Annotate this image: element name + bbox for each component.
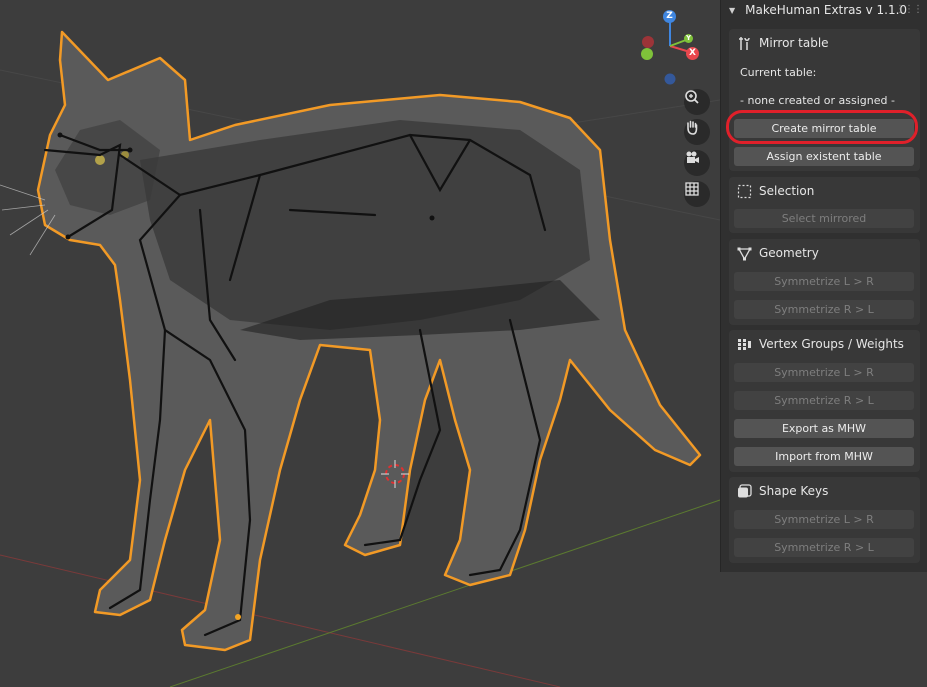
selection-header[interactable]: Selection — [737, 177, 814, 205]
current-table-value: - none created or assigned - — [740, 94, 895, 107]
import-mhw-button[interactable]: Import from MHW — [734, 447, 914, 466]
current-table-label: Current table: — [740, 66, 817, 79]
selection-section: Selection Select mirrored — [729, 177, 920, 233]
drag-grip-icon[interactable]: ⋮⋮⋮ — [895, 4, 923, 15]
grid-icon[interactable] — [684, 181, 710, 207]
camera-icon[interactable] — [684, 150, 710, 176]
geometry-title: Geometry — [759, 246, 819, 260]
vertex-groups-symmetrize-rl-button[interactable]: Symmetrize R > L — [734, 391, 914, 410]
dotted-box-icon — [737, 184, 752, 199]
highlight-circle — [726, 110, 918, 144]
vertex-groups-icon — [737, 337, 752, 352]
geometry-section: Geometry Symmetrize L > R Symmetrize R >… — [729, 239, 920, 325]
wrench-screwdriver-icon — [737, 36, 752, 51]
vertex-groups-section: Vertex Groups / Weights Symmetrize L > R… — [729, 330, 920, 472]
selection-title: Selection — [759, 184, 815, 198]
geometry-header[interactable]: Geometry — [737, 239, 819, 267]
mirror-table-header[interactable]: Mirror table — [737, 29, 829, 57]
vertex-groups-symmetrize-lr-button[interactable]: Symmetrize L > R — [734, 363, 914, 382]
mirror-table-section: Mirror table Current table: - none creat… — [729, 29, 920, 171]
shape-keys-symmetrize-rl-button[interactable]: Symmetrize R > L — [734, 538, 914, 557]
cat-model[interactable] — [0, 30, 702, 652]
shape-keys-header[interactable]: Shape Keys — [737, 477, 828, 505]
zoom-icon[interactable] — [684, 89, 710, 115]
panel-title: MakeHuman Extras v 1.1.0 — [745, 3, 908, 17]
export-mhw-button[interactable]: Export as MHW — [734, 419, 914, 438]
geometry-vertex-icon — [737, 246, 752, 261]
shape-keys-title: Shape Keys — [759, 484, 829, 498]
gizmo-z-axis[interactable]: Z — [663, 10, 676, 23]
assign-existent-table-button[interactable]: Assign existent table — [734, 147, 914, 166]
collapse-triangle-icon[interactable]: ▼ — [729, 6, 735, 15]
geometry-symmetrize-lr-button[interactable]: Symmetrize L > R — [734, 272, 914, 291]
mirror-table-title: Mirror table — [759, 36, 829, 50]
panel-header[interactable]: ▼ MakeHuman Extras v 1.1.0 ⋮⋮⋮ — [721, 0, 927, 20]
navigation-gizmo[interactable] — [641, 20, 691, 85]
hand-pan-icon[interactable] — [684, 119, 710, 145]
gizmo-y-axis[interactable]: Y — [684, 34, 693, 43]
makehuman-extras-panel: ▼ MakeHuman Extras v 1.1.0 ⋮⋮⋮ Mirror ta… — [720, 0, 927, 572]
gizmo-x-axis[interactable]: X — [686, 47, 699, 60]
select-mirrored-button[interactable]: Select mirrored — [734, 209, 914, 228]
shape-keys-symmetrize-lr-button[interactable]: Symmetrize L > R — [734, 510, 914, 529]
shape-keys-section: Shape Keys Symmetrize L > R Symmetrize R… — [729, 477, 920, 563]
vertex-groups-title: Vertex Groups / Weights — [759, 337, 904, 351]
geometry-symmetrize-rl-button[interactable]: Symmetrize R > L — [734, 300, 914, 319]
vertex-groups-header[interactable]: Vertex Groups / Weights — [737, 330, 904, 358]
shape-keys-icon — [737, 483, 752, 499]
